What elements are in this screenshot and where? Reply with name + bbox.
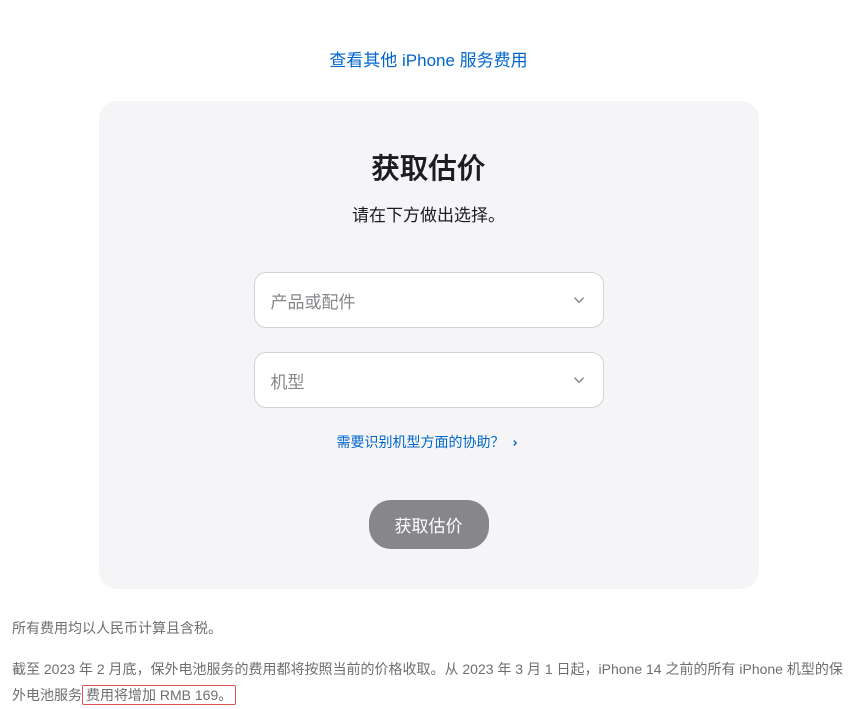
- footer-line-1: 所有费用均以人民币计算且含税。: [12, 615, 845, 642]
- model-select[interactable]: 机型: [254, 352, 604, 408]
- model-select-wrap: 机型: [254, 352, 604, 408]
- card-subtitle: 请在下方做出选择。: [139, 201, 719, 226]
- product-select-wrap: 产品或配件: [254, 272, 604, 328]
- get-estimate-button[interactable]: 获取估价: [369, 500, 489, 549]
- top-link-row: 查看其他 iPhone 服务费用: [10, 0, 847, 101]
- help-link-row: 需要识别机型方面的协助？: [139, 432, 719, 452]
- estimate-card: 获取估价 请在下方做出选择。 产品或配件 机型 需要识别机型方面的协助？: [99, 101, 759, 589]
- help-link-label: 需要识别机型方面的协助？: [337, 434, 505, 450]
- footer-text: 所有费用均以人民币计算且含税。 截至 2023 年 2 月底，保外电池服务的费用…: [10, 589, 847, 709]
- card-title: 获取估价: [139, 147, 719, 187]
- product-select-placeholder: 产品或配件: [271, 288, 356, 313]
- price-increase-highlight: 费用将增加 RMB 169。: [82, 685, 236, 705]
- chevron-right-icon: [510, 435, 520, 451]
- view-other-services-link[interactable]: 查看其他 iPhone 服务费用: [329, 51, 527, 70]
- model-select-placeholder: 机型: [271, 368, 305, 393]
- product-select[interactable]: 产品或配件: [254, 272, 604, 328]
- identify-model-help-link[interactable]: 需要识别机型方面的协助？: [337, 434, 521, 450]
- footer-line-2: 截至 2023 年 2 月底，保外电池服务的费用都将按照当前的价格收取。从 20…: [12, 656, 845, 709]
